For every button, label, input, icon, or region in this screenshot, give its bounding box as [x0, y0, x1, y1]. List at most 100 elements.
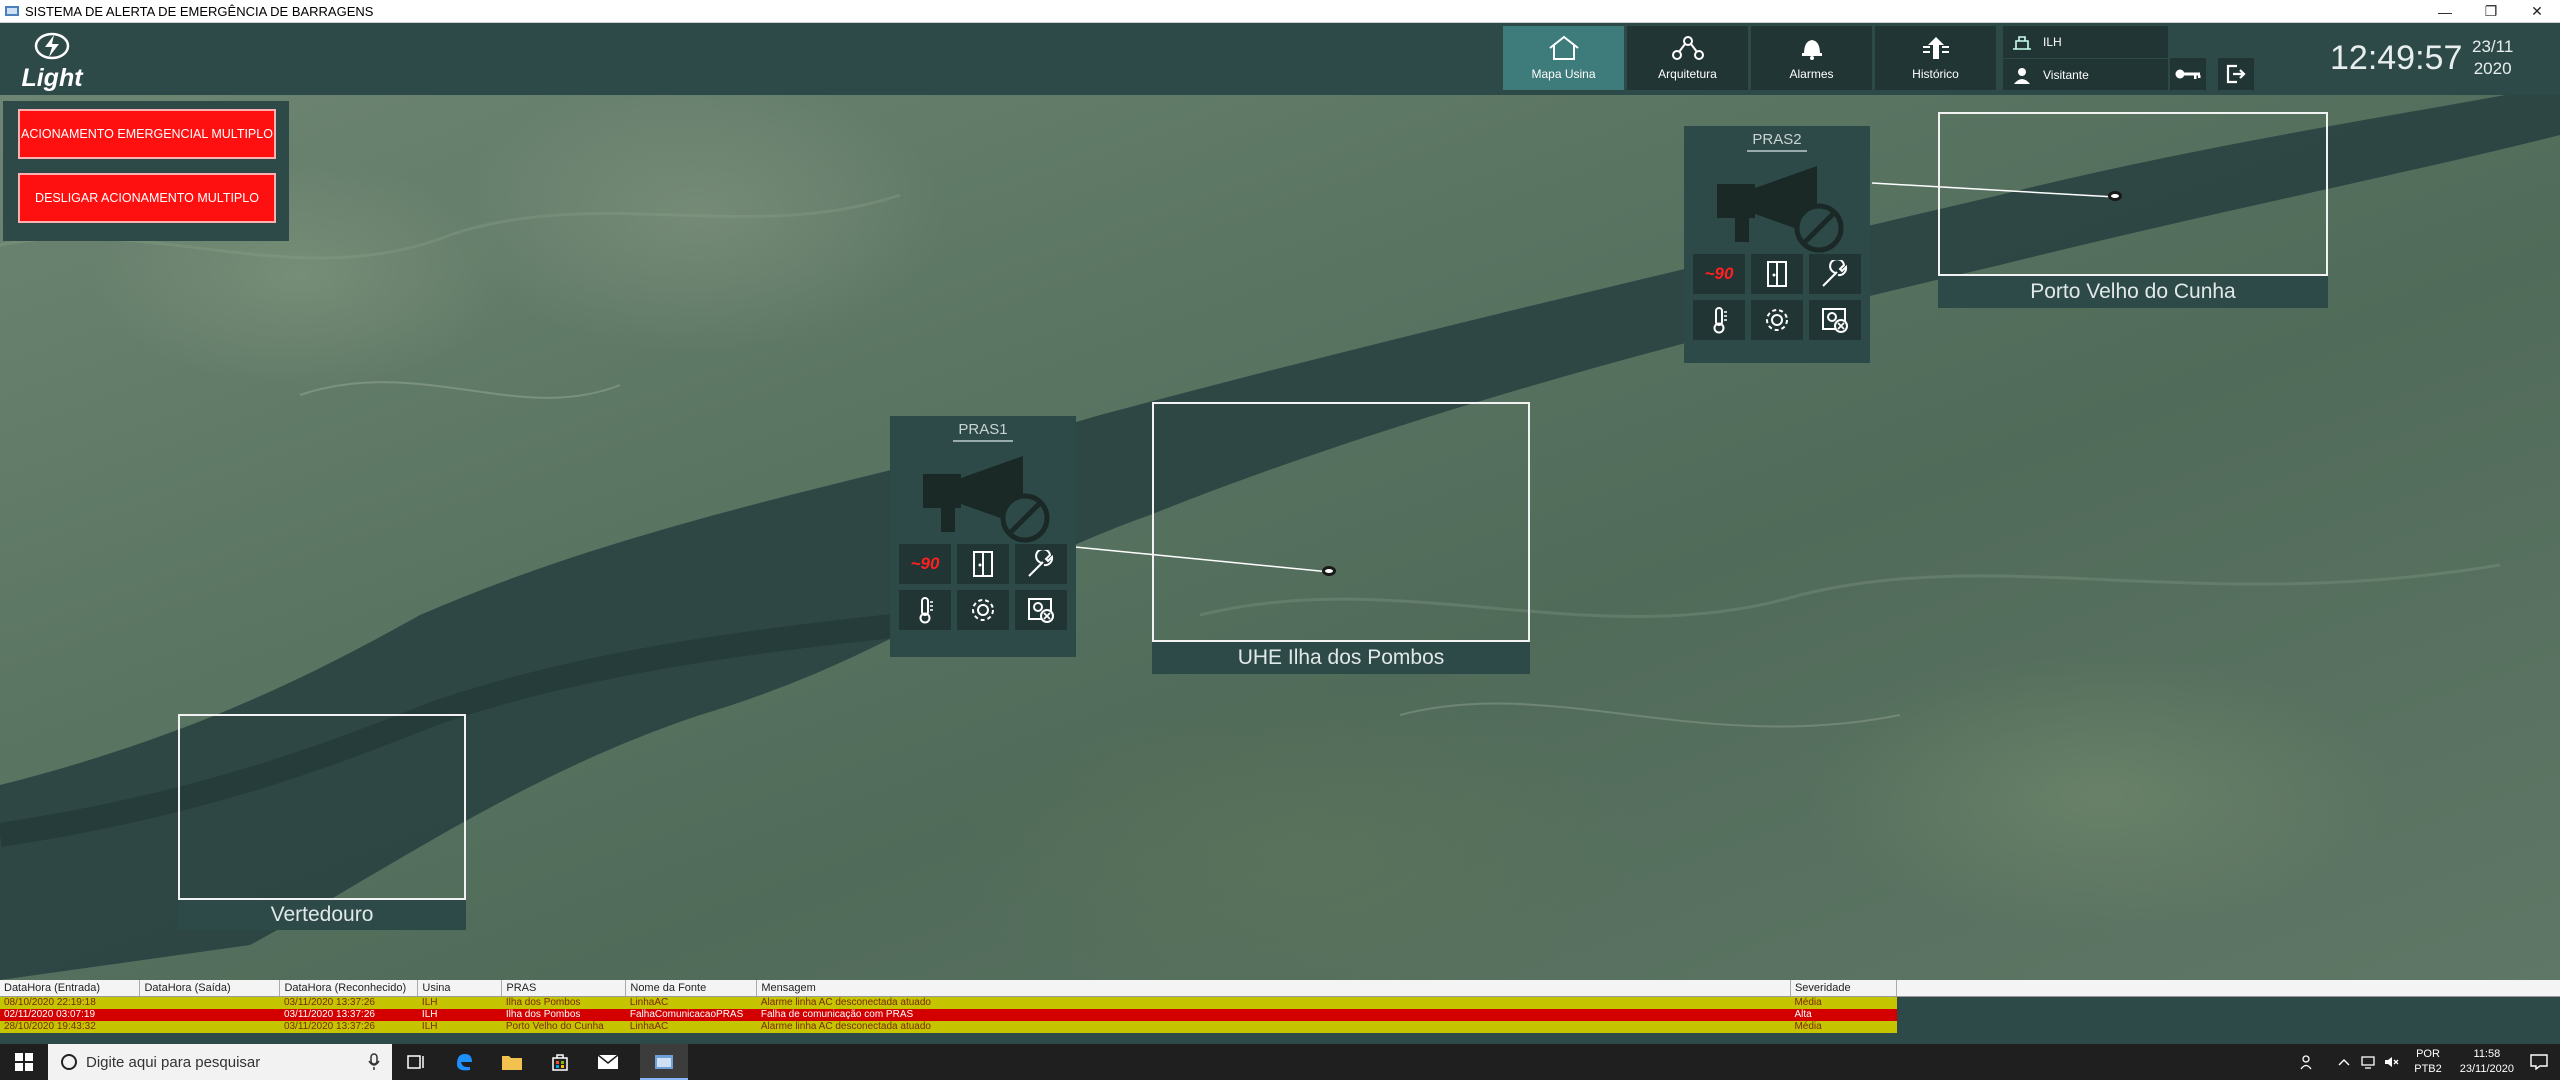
alarm-row[interactable]: 02/11/2020 03:07:19 03/11/2020 13:37:26 …: [0, 1008, 1897, 1021]
alarm-app-button[interactable]: [640, 1044, 688, 1080]
cell-pras: Ilha dos Pombos: [501, 1008, 626, 1021]
mail-button[interactable]: [584, 1044, 632, 1080]
cell-mensagem: Alarme linha AC desconectada atuado: [756, 996, 1791, 1009]
nav-arquitetura[interactable]: Arquitetura: [1627, 26, 1748, 90]
location-pin-ilha-dos-pombos[interactable]: [1322, 566, 1336, 576]
title-underline: [953, 440, 1013, 442]
fault-status-button[interactable]: ~90: [1693, 254, 1745, 294]
search-circle-icon: [61, 1054, 77, 1070]
col-pras[interactable]: PRAS: [501, 980, 627, 997]
nav-label: Mapa Usina: [1531, 67, 1596, 81]
lang-bottom: PTB2: [2414, 1063, 2442, 1075]
site-frame-porto-velho[interactable]: [1938, 112, 2328, 276]
cell-fonte: LinhaAC: [625, 1020, 757, 1033]
settings-button[interactable]: [957, 590, 1009, 630]
nav-alarmes[interactable]: Alarmes: [1751, 26, 1872, 90]
cell-fonte: LinhaAC: [625, 996, 757, 1009]
cell-usina: ILH: [417, 996, 502, 1009]
site-frame-ilha-dos-pombos[interactable]: [1152, 402, 1530, 642]
disable-multi-button[interactable]: DESLIGAR ACIONAMENTO MULTIPLO: [18, 173, 276, 223]
wrench-icon: [1822, 260, 1848, 287]
network-icon: [1671, 36, 1704, 60]
nav-historico[interactable]: Histórico: [1875, 26, 1996, 90]
thermometer-icon: [1713, 307, 1727, 334]
microphone-icon[interactable]: [368, 1053, 380, 1071]
fault-indicator-text: ~90: [910, 554, 940, 573]
alarm-header-row: DataHora (Entrada) DataHora (Saída) Data…: [0, 980, 1898, 997]
cell-pras: Ilha dos Pombos: [501, 996, 626, 1009]
maintenance-button[interactable]: [1015, 544, 1067, 584]
satellite-map[interactable]: ACIONAMENTO EMERGENCIAL MULTIPLO DESLIGA…: [0, 95, 2560, 980]
main-nav: Mapa Usina Arquitetura Alarmes Histórico: [1503, 26, 1996, 92]
cell-severidade: Média: [1790, 1020, 1897, 1033]
plant-code: ILH: [2043, 35, 2062, 49]
cell-reconhecido: 03/11/2020 13:37:26: [279, 996, 418, 1009]
restore-button[interactable]: ❐: [2468, 0, 2514, 23]
emergency-multi-button[interactable]: ACIONAMENTO EMERGENCIAL MULTIPLO: [18, 109, 276, 159]
col-fonte[interactable]: Nome da Fonte: [625, 980, 758, 997]
siren-disabled-icon: [923, 456, 1050, 543]
door-status-button[interactable]: [1751, 254, 1803, 294]
logout-button[interactable]: [2218, 58, 2254, 90]
location-pin-porto-velho[interactable]: [2108, 191, 2122, 201]
edge-button[interactable]: [440, 1044, 488, 1080]
header-clock: 12:49:57: [2330, 39, 2463, 77]
site-frame-vertedouro[interactable]: [178, 714, 466, 900]
date-day: 23/11: [2472, 37, 2514, 56]
fault-status-button[interactable]: ~90: [899, 544, 951, 584]
gear-icon: [972, 599, 994, 621]
door-status-button[interactable]: [957, 544, 1009, 584]
date-year: 2020: [2473, 59, 2512, 78]
taskbar-search[interactable]: Digite aqui para pesquisar: [48, 1044, 392, 1080]
maintenance-button[interactable]: [1809, 254, 1861, 294]
cell-reconhecido: 03/11/2020 13:37:26: [279, 1008, 418, 1021]
store-button[interactable]: [536, 1044, 584, 1080]
nav-mapa-usina[interactable]: Mapa Usina: [1503, 26, 1624, 90]
temperature-button[interactable]: [1693, 300, 1745, 340]
windows-logo-icon: [15, 1053, 33, 1071]
network-tray-icon[interactable]: [2360, 1055, 2376, 1069]
siren-disabled-icon: [1717, 166, 1844, 253]
user-panel: ILH Visitante: [2003, 26, 2168, 90]
header-date: 23/11 2020: [2472, 36, 2513, 80]
search-placeholder: Digite aqui para pesquisar: [86, 1053, 261, 1071]
key-button[interactable]: [2170, 58, 2206, 90]
site-label-porto-velho: Porto Velho do Cunha: [1938, 276, 2328, 308]
chevron-up-icon[interactable]: [2338, 1057, 2350, 1067]
cell-saida: [139, 1008, 280, 1021]
camera-offline-icon: [1028, 598, 1054, 623]
taskbar-date: 23/11/2020: [2459, 1063, 2514, 1075]
file-explorer-button[interactable]: [488, 1044, 536, 1080]
home-icon: [1548, 35, 1579, 60]
volume-muted-icon[interactable]: [2384, 1055, 2400, 1069]
lang-top: POR: [2416, 1048, 2440, 1060]
cell-mensagem: Alarme linha AC desconectada atuado: [756, 1020, 1791, 1033]
start-button[interactable]: [0, 1044, 48, 1080]
settings-button[interactable]: [1751, 300, 1803, 340]
user-row[interactable]: Visitante: [2003, 58, 2168, 90]
col-severidade[interactable]: Severidade: [1790, 980, 1898, 997]
notification-icon[interactable]: [2530, 1054, 2548, 1070]
pras-title: PRAS2: [1752, 131, 1802, 148]
temperature-button[interactable]: [899, 590, 951, 630]
minimize-button[interactable]: —: [2422, 0, 2468, 23]
camera-offline-button[interactable]: [1015, 590, 1067, 630]
close-button[interactable]: ✕: [2514, 0, 2560, 23]
col-mensagem[interactable]: Mensagem: [756, 980, 1791, 997]
alarm-row[interactable]: 08/10/2020 22:19:18 03/11/2020 13:37:26 …: [0, 996, 1897, 1009]
col-usina[interactable]: Usina: [417, 980, 503, 997]
col-reconhecido[interactable]: DataHora (Reconhecido): [279, 980, 419, 997]
cell-severidade: Alta: [1790, 1008, 1897, 1021]
col-saida[interactable]: DataHora (Saída): [139, 980, 281, 997]
col-entrada[interactable]: DataHora (Entrada): [0, 980, 141, 997]
task-view-button[interactable]: [392, 1044, 440, 1080]
wrench-icon: [1028, 550, 1054, 577]
language-indicator[interactable]: POR PTB2: [2414, 1047, 2442, 1077]
taskbar-clock[interactable]: 11:58 23/11/2020: [2460, 1047, 2514, 1077]
window-title: SISTEMA DE ALERTA DE EMERGÊNCIA DE BARRA…: [25, 3, 374, 19]
bell-icon: [1801, 40, 1822, 60]
alarm-row[interactable]: 28/10/2020 19:43:32 03/11/2020 13:37:26 …: [0, 1020, 1897, 1033]
people-icon[interactable]: [2300, 1054, 2316, 1070]
window-controls: — ❐ ✕: [2422, 0, 2560, 23]
camera-offline-button[interactable]: [1809, 300, 1861, 340]
